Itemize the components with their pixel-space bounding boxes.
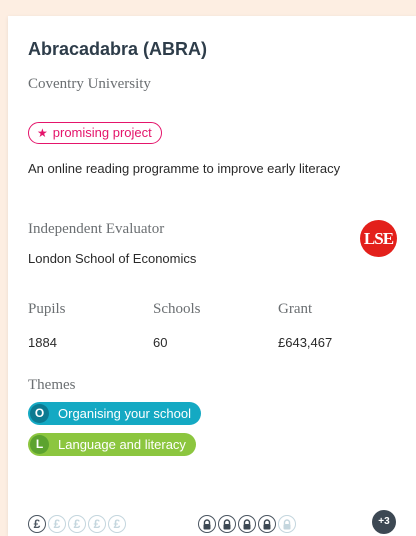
schools-label: Schools — [153, 301, 201, 317]
grant-value: £643,467 — [278, 335, 333, 350]
theme-label: Language and literacy — [58, 437, 186, 452]
theme-language-and-literacy[interactable]: L Language and literacy — [28, 433, 196, 456]
pupils-value: 1884 — [28, 335, 57, 350]
pound-icon: £ — [68, 515, 86, 533]
project-description: An online reading programme to improve e… — [28, 161, 341, 176]
theme-letter: L — [30, 435, 49, 454]
themes-label: Themes — [28, 377, 76, 393]
padlock-icon — [278, 515, 296, 533]
padlock-icon — [198, 515, 216, 533]
project-card[interactable]: Abracadabra (ABRA) Coventry University ★… — [8, 16, 416, 536]
grant-label: Grant — [278, 301, 313, 317]
schools-value: 60 — [153, 335, 168, 350]
promising-project-badge: ★ promising project — [28, 122, 162, 144]
padlock-icon — [258, 515, 276, 533]
badge-label: promising project — [52, 125, 152, 140]
evaluator-label: Independent Evaluator — [28, 221, 165, 237]
padlock-icon — [238, 515, 256, 533]
pound-icon: £ — [108, 515, 126, 533]
cost-rating: £ £ £ £ £ — [28, 515, 126, 533]
organisation-name: Coventry University — [28, 76, 151, 92]
star-icon: ★ — [37, 126, 48, 140]
project-title[interactable]: Abracadabra (ABRA) — [28, 39, 207, 60]
pound-icon: £ — [88, 515, 106, 533]
theme-organising-your-school[interactable]: O Organising your school — [28, 402, 201, 425]
padlock-icon — [218, 515, 236, 533]
pound-icon: £ — [28, 515, 46, 533]
pupils-label: Pupils — [28, 301, 66, 317]
more-outcomes-button[interactable]: +3 — [372, 510, 396, 534]
evidence-security-rating — [198, 515, 296, 533]
theme-letter: O — [30, 404, 49, 423]
pound-icon: £ — [48, 515, 66, 533]
lse-logo: LSE — [360, 220, 397, 257]
evaluator-name: London School of Economics — [28, 251, 197, 266]
theme-label: Organising your school — [58, 406, 191, 421]
